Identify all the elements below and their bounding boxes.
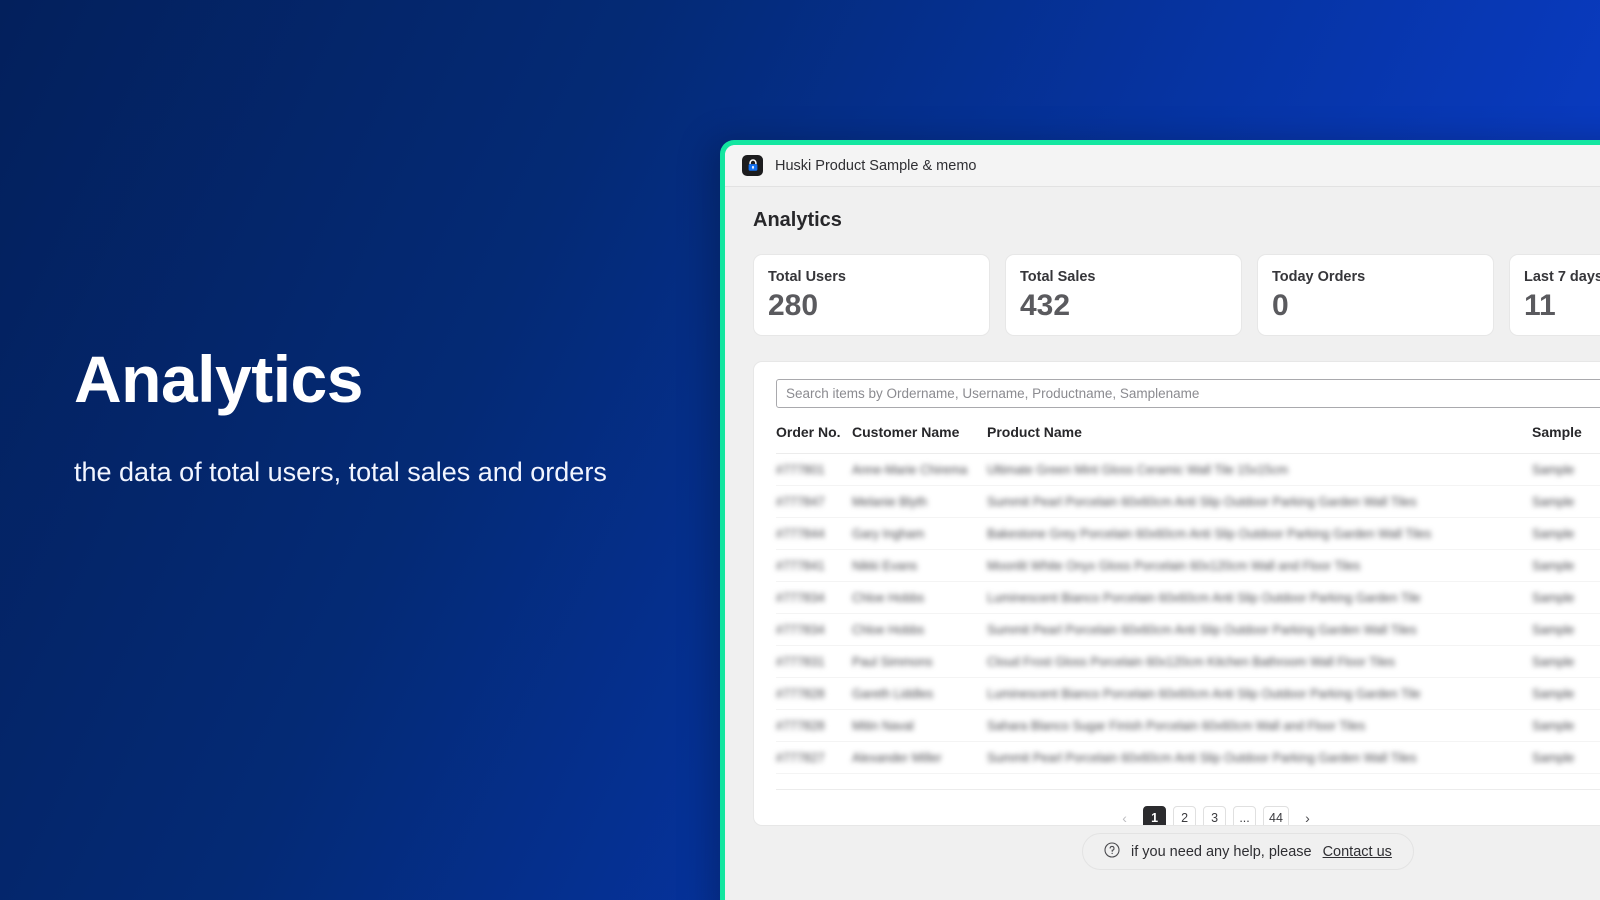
table-row[interactable]: #777847 Melanie Blyth Summit Pearl Porcela… bbox=[776, 485, 1600, 518]
cell-sample: Sample bbox=[1532, 677, 1600, 710]
hero-title: Analytics bbox=[74, 342, 363, 416]
page-root: Analytics the data of total users, total… bbox=[0, 0, 1600, 900]
cell-product-name: Sahara Blanco Sugar Finish Porcelain 60x… bbox=[987, 709, 1532, 742]
table-body: #777801 Anne-Marie Chirema Ultimate Green … bbox=[776, 453, 1600, 774]
page-title: Analytics bbox=[753, 209, 842, 231]
stat-card-last-7-days: Last 7 days 11 bbox=[1509, 254, 1600, 336]
pagination: ‹ 1 2 3 ... 44 › bbox=[776, 789, 1600, 826]
cell-order-no: #777834 bbox=[776, 613, 852, 646]
table-head: Order No. Customer Name Product Name Sam… bbox=[776, 424, 1600, 454]
stat-value: 280 bbox=[768, 289, 819, 322]
cell-customer-name: Nikki Evans bbox=[852, 549, 987, 582]
app-window-inner: Huski Product Sample & memo Analytics To… bbox=[725, 145, 1600, 900]
cell-customer-name: Chloe Hobbs bbox=[852, 581, 987, 614]
contact-us-link[interactable]: Contact us bbox=[1323, 844, 1392, 860]
cell-customer-name: Mitin Naval bbox=[852, 709, 987, 742]
column-header-sample: Sample bbox=[1532, 424, 1600, 454]
window-titlebar: Huski Product Sample & memo bbox=[725, 145, 1600, 187]
table-row[interactable]: #777828 Mitin Naval Sahara Blanco Sugar Fi… bbox=[776, 709, 1600, 742]
cell-order-no: #777828 bbox=[776, 709, 852, 742]
table-row[interactable]: #777828 Gareth Liddles Luminescent Bianco … bbox=[776, 677, 1600, 710]
pagination-page-2[interactable]: 2 bbox=[1173, 806, 1197, 825]
cell-order-no: #777827 bbox=[776, 741, 852, 774]
cell-product-name: Cloud Frost Gloss Porcelain 60x120cm Kit… bbox=[987, 645, 1532, 678]
lock-icon bbox=[742, 155, 763, 176]
cell-customer-name: Alexander Miller bbox=[852, 741, 987, 774]
table-header-row: Order No. Customer Name Product Name Sam… bbox=[776, 424, 1600, 454]
cell-sample: Sample bbox=[1532, 485, 1600, 518]
help-pill: if you need any help, please Contact us bbox=[1082, 833, 1414, 870]
cell-order-no: #777801 bbox=[776, 453, 852, 486]
cell-customer-name: Paul Simmons bbox=[852, 645, 987, 678]
table-row[interactable]: #777841 Nikki Evans Moonlit White Onyx Glo… bbox=[776, 549, 1600, 582]
cell-customer-name: Anne-Marie Chirema bbox=[852, 453, 987, 486]
stat-value: 11 bbox=[1524, 289, 1556, 322]
stat-value: 0 bbox=[1272, 289, 1289, 322]
pagination-next-button[interactable]: › bbox=[1296, 806, 1319, 826]
cell-product-name: Luminescent Bianco Porcelain 60x60cm Ant… bbox=[987, 581, 1532, 614]
hero-panel: Analytics the data of total users, total… bbox=[74, 342, 674, 494]
cell-sample: Sample bbox=[1532, 645, 1600, 678]
stat-label: Total Sales bbox=[1020, 269, 1096, 285]
column-header-customer-name: Customer Name bbox=[852, 424, 987, 454]
cell-customer-name: Gareth Liddles bbox=[852, 677, 987, 710]
pagination-page-1[interactable]: 1 bbox=[1143, 806, 1167, 825]
cell-sample: Sample bbox=[1532, 613, 1600, 646]
cell-sample: Sample bbox=[1532, 581, 1600, 614]
cell-order-no: #777841 bbox=[776, 549, 852, 582]
main-content: Analytics Total Users 280 Total Sales 43… bbox=[725, 187, 1600, 900]
cell-sample: Sample bbox=[1532, 741, 1600, 774]
table-row[interactable]: #777801 Anne-Marie Chirema Ultimate Green … bbox=[776, 453, 1600, 486]
stat-label: Today Orders bbox=[1272, 269, 1366, 285]
pagination-prev-button[interactable]: ‹ bbox=[1113, 806, 1136, 826]
column-header-order-no: Order No. bbox=[776, 424, 852, 454]
table-row[interactable]: #777834 Chloe Hobbs Summit Pearl Porcelain… bbox=[776, 613, 1600, 646]
pagination-page-44[interactable]: 44 bbox=[1263, 806, 1289, 825]
pagination-ellipsis[interactable]: ... bbox=[1233, 806, 1257, 825]
cell-order-no: #777834 bbox=[776, 581, 852, 614]
search-input[interactable] bbox=[776, 379, 1600, 408]
cell-sample: Sample bbox=[1532, 453, 1600, 486]
question-circle-icon bbox=[1104, 841, 1120, 862]
table-row[interactable]: #777844 Gary Ingham Bakestone Grey Porcela… bbox=[776, 517, 1600, 550]
cell-product-name: Bakestone Grey Porcelain 60x60cm Anti Sl… bbox=[987, 517, 1532, 550]
cell-sample: Sample bbox=[1532, 549, 1600, 582]
stat-label: Last 7 days bbox=[1524, 269, 1600, 285]
cell-product-name: Summit Pearl Porcelain 60x60cm Anti Slip… bbox=[987, 485, 1532, 518]
stat-card-row: Total Users 280 Total Sales 432 Today Or… bbox=[753, 254, 1600, 336]
table-row[interactable]: #777834 Chloe Hobbs Luminescent Bianco Por… bbox=[776, 581, 1600, 614]
stat-card-total-sales: Total Sales 432 bbox=[1005, 254, 1242, 336]
cell-order-no: #777831 bbox=[776, 645, 852, 678]
cell-customer-name: Gary Ingham bbox=[852, 517, 987, 550]
cell-product-name: Summit Pearl Porcelain 60x60cm Anti Slip… bbox=[987, 741, 1532, 774]
orders-table-wrapper: Order No. Customer Name Product Name Sam… bbox=[776, 424, 1600, 774]
cell-order-no: #777844 bbox=[776, 517, 852, 550]
cell-order-no: #777828 bbox=[776, 677, 852, 710]
help-text: if you need any help, please bbox=[1131, 843, 1312, 860]
cell-product-name: Summit Pearl Porcelain 60x60cm Anti Slip… bbox=[987, 613, 1532, 646]
stat-card-total-users: Total Users 280 bbox=[753, 254, 990, 336]
cell-customer-name: Melanie Blyth bbox=[852, 485, 987, 518]
orders-table: Order No. Customer Name Product Name Sam… bbox=[776, 424, 1600, 774]
pagination-page-3[interactable]: 3 bbox=[1203, 806, 1227, 825]
cell-customer-name: Chloe Hobbs bbox=[852, 613, 987, 646]
table-row[interactable]: #777831 Paul Simmons Cloud Frost Gloss Por… bbox=[776, 645, 1600, 678]
stat-value: 432 bbox=[1020, 289, 1071, 322]
window-title: Huski Product Sample & memo bbox=[775, 157, 977, 174]
column-header-product-name: Product Name bbox=[987, 424, 1532, 454]
cell-sample: Sample bbox=[1532, 709, 1600, 742]
cell-sample: Sample bbox=[1532, 517, 1600, 550]
cell-product-name: Moonlit White Onyx Gloss Porcelain 60x12… bbox=[987, 549, 1532, 582]
app-window: Huski Product Sample & memo Analytics To… bbox=[720, 140, 1600, 900]
stat-card-today-orders: Today Orders 0 bbox=[1257, 254, 1494, 336]
cell-product-name: Ultimate Green Mint Gloss Ceramic Wall T… bbox=[987, 453, 1532, 486]
cell-product-name: Luminescent Bianco Porcelain 60x60cm Ant… bbox=[987, 677, 1532, 710]
table-row[interactable]: #777827 Alexander Miller Summit Pearl Porc… bbox=[776, 741, 1600, 774]
hero-subtitle: the data of total users, total sales and… bbox=[74, 457, 607, 488]
stat-label: Total Users bbox=[768, 269, 846, 285]
cell-order-no: #777847 bbox=[776, 485, 852, 518]
orders-panel: Order No. Customer Name Product Name Sam… bbox=[753, 361, 1600, 826]
